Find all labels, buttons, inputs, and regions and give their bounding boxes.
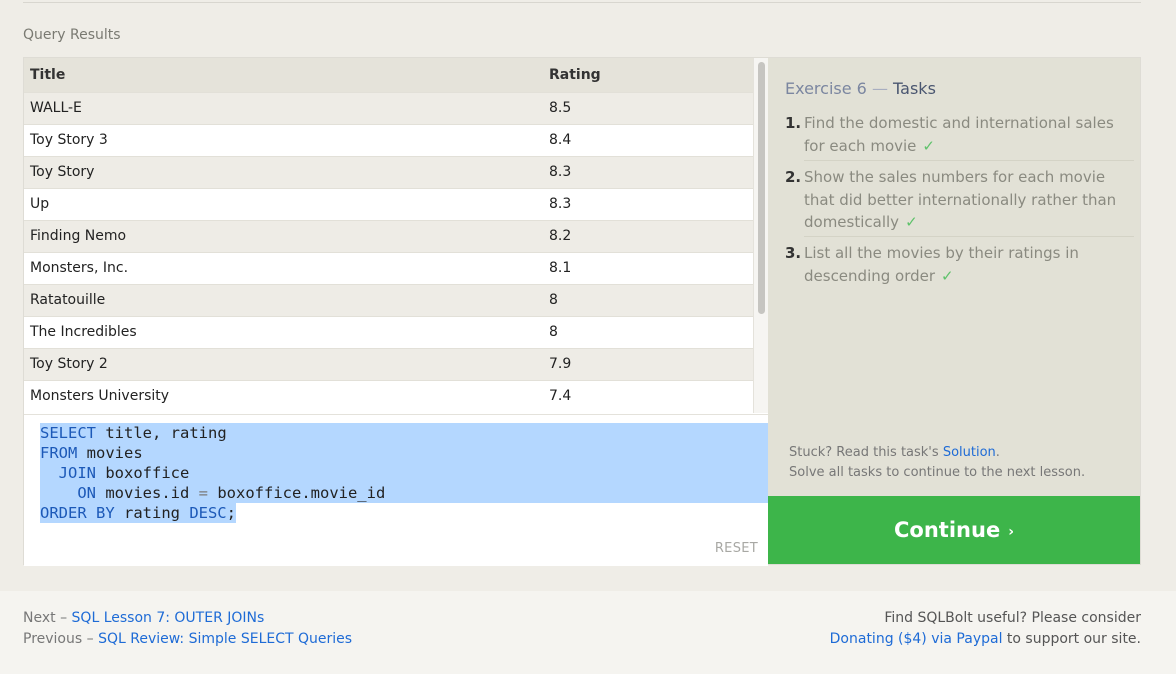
query-results-label: Query Results bbox=[23, 27, 121, 43]
cell-rating: 8.3 bbox=[543, 155, 753, 188]
cell-title: Toy Story 2 bbox=[24, 347, 543, 380]
table-row: Up 8.3 bbox=[24, 187, 753, 220]
task-item: 1. Find the domestic and international sa… bbox=[785, 112, 1135, 157]
next-label: Next – bbox=[23, 610, 68, 626]
continue-button[interactable]: Continue › bbox=[768, 496, 1140, 564]
cell-rating: 8.4 bbox=[543, 123, 753, 156]
task-divider bbox=[804, 160, 1134, 161]
code-line: ORDER BY rating DESC; bbox=[40, 504, 236, 522]
table-row: Ratatouille 8 bbox=[24, 283, 753, 316]
donate-link[interactable]: Donating ($4) via Paypal bbox=[830, 631, 1003, 647]
task-text: Show the sales numbers for each movie th… bbox=[804, 168, 1117, 231]
chevron-right-icon: › bbox=[1008, 523, 1014, 540]
task-item: 2. Show the sales numbers for each movie … bbox=[785, 166, 1135, 234]
task-number: 2. bbox=[785, 168, 802, 186]
previous-label: Previous – bbox=[23, 631, 94, 647]
continue-label: Continue bbox=[894, 518, 1001, 542]
scrollbar-thumb[interactable] bbox=[758, 62, 765, 314]
results-table: Title Rating WALL-E 8.5 Toy Story 3 8.4 Toy … bbox=[24, 58, 753, 412]
column-header-title: Title bbox=[24, 58, 543, 92]
sql-editor[interactable]: SELECT title, rating FROM movies JOIN box… bbox=[24, 414, 768, 566]
task-item: 3. List all the movies by their ratings i… bbox=[785, 242, 1135, 287]
results-table-container[interactable]: Title Rating WALL-E 8.5 Toy Story 3 8.4 Toy … bbox=[24, 58, 768, 413]
tasks-word: Tasks bbox=[893, 79, 936, 98]
cell-rating: 8.5 bbox=[543, 91, 753, 124]
table-header-row: Title Rating bbox=[24, 58, 753, 92]
next-lesson-link[interactable]: SQL Lesson 7: OUTER JOINs bbox=[72, 610, 265, 626]
table-row: WALL-E 8.5 bbox=[24, 91, 753, 124]
lesson-navigation: Next – SQL Lesson 7: OUTER JOINs Previou… bbox=[23, 608, 352, 650]
code-line: FROM movies bbox=[40, 444, 143, 462]
table-row: Monsters University 7.4 bbox=[24, 379, 753, 412]
previous-lesson-link[interactable]: SQL Review: Simple SELECT Queries bbox=[98, 631, 352, 647]
checkmark-icon: ✓ bbox=[941, 266, 954, 285]
cell-rating: 8.1 bbox=[543, 251, 753, 284]
task-number: 3. bbox=[785, 244, 802, 262]
cell-title: WALL-E bbox=[24, 91, 543, 124]
cell-title: The Incredibles bbox=[24, 315, 543, 348]
tasks-title: Exercise 6 — Tasks bbox=[785, 79, 936, 98]
solution-link[interactable]: Solution bbox=[943, 445, 996, 460]
code-line: ON movies.id = boxoffice.movie_id bbox=[77, 484, 386, 502]
cell-rating: 7.9 bbox=[543, 347, 753, 380]
checkmark-icon: ✓ bbox=[905, 213, 918, 231]
tasks-panel: Exercise 6 — Tasks 1. Find the domestic a… bbox=[768, 58, 1140, 496]
reset-button[interactable]: RESET bbox=[715, 541, 758, 556]
code-line: JOIN boxoffice bbox=[58, 464, 190, 482]
exercise-card: Title Rating WALL-E 8.5 Toy Story 3 8.4 Toy … bbox=[23, 57, 1141, 566]
task-text: Find the domestic and international sale… bbox=[804, 114, 1114, 155]
cell-rating: 8 bbox=[543, 283, 753, 316]
cell-title: Up bbox=[24, 187, 543, 220]
stuck-hint: Stuck? Read this task's Solution. Solve … bbox=[789, 443, 1085, 483]
table-row: The Incredibles 8 bbox=[24, 315, 753, 348]
checkmark-icon: ✓ bbox=[922, 136, 935, 155]
code-line: SELECT title, rating bbox=[40, 424, 227, 442]
donation-note: Find SQLBolt useful? Please consider Don… bbox=[829, 610, 1141, 647]
exercise-number: Exercise 6 bbox=[785, 79, 867, 98]
table-row: Monsters, Inc. 8.1 bbox=[24, 251, 753, 284]
cell-rating: 8.3 bbox=[543, 187, 753, 220]
task-divider bbox=[804, 236, 1134, 237]
cell-rating: 8 bbox=[543, 315, 753, 348]
table-row: Toy Story 2 7.9 bbox=[24, 347, 753, 380]
table-row: Finding Nemo 8.2 bbox=[24, 219, 753, 252]
footer: Next – SQL Lesson 7: OUTER JOINs Previou… bbox=[0, 591, 1176, 674]
title-separator: — bbox=[871, 79, 888, 98]
cell-title: Ratatouille bbox=[24, 283, 543, 316]
cell-title: Monsters, Inc. bbox=[24, 251, 543, 284]
table-row: Toy Story 8.3 bbox=[24, 155, 753, 188]
column-header-rating: Rating bbox=[543, 58, 753, 92]
cell-rating: 8.2 bbox=[543, 219, 753, 252]
cell-title: Finding Nemo bbox=[24, 219, 543, 252]
solve-all-note: Solve all tasks to continue to the next … bbox=[789, 465, 1086, 480]
cell-title: Toy Story bbox=[24, 155, 543, 188]
results-scrollbar[interactable] bbox=[753, 58, 768, 413]
task-number: 1. bbox=[785, 114, 802, 132]
cell-rating: 7.4 bbox=[543, 379, 753, 412]
cell-title: Monsters University bbox=[24, 379, 543, 412]
cell-title: Toy Story 3 bbox=[24, 123, 543, 156]
table-row: Toy Story 3 8.4 bbox=[24, 123, 753, 156]
previous-results-strip bbox=[23, 0, 1141, 3]
